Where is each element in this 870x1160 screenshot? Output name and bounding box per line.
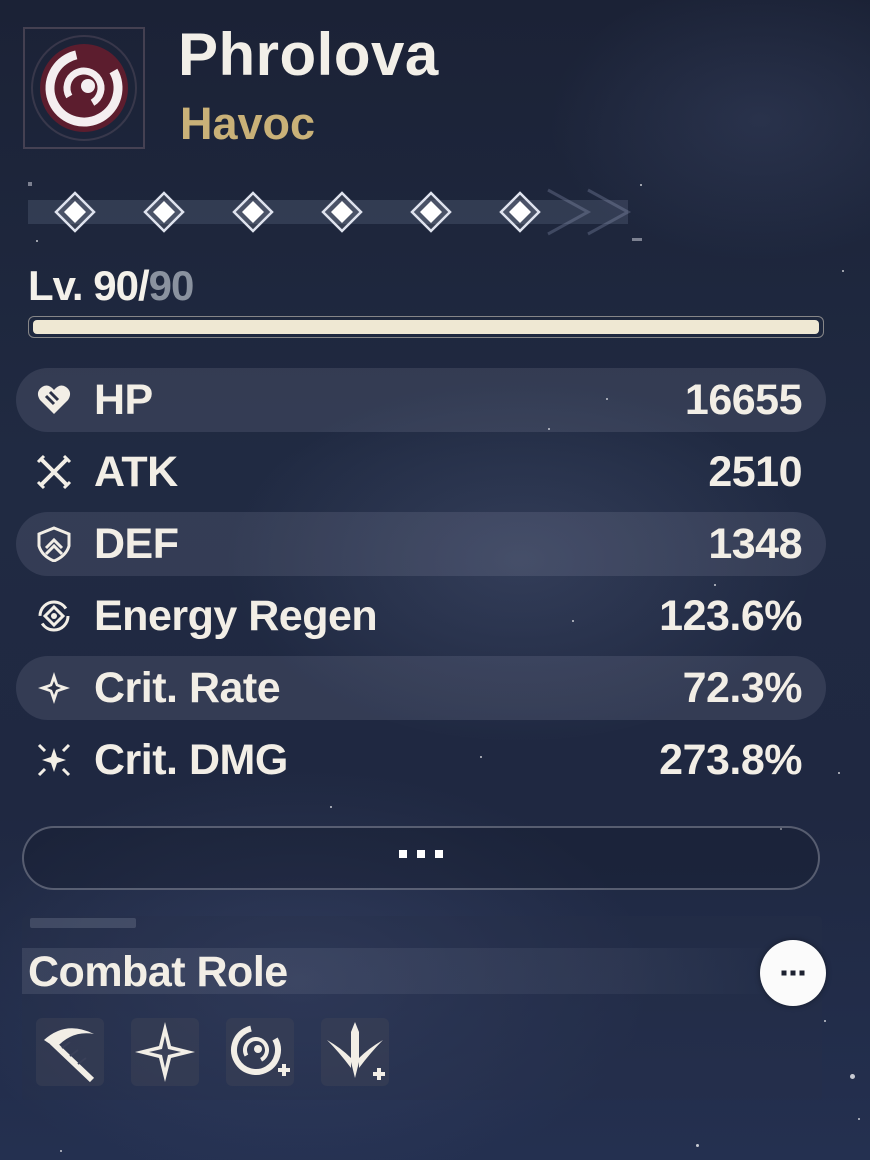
- energy-regen-icon: [38, 600, 70, 632]
- level-max: 90: [148, 262, 195, 309]
- stat-label: HP: [94, 376, 153, 424]
- crit-rate-star-icon: [38, 672, 70, 704]
- stat-row-crit-rate: Crit. Rate 72.3%: [16, 656, 826, 720]
- resonance-node-diamond-icon: [321, 191, 363, 233]
- stat-row-energy-regen: Energy Regen 123.6%: [16, 584, 826, 648]
- stat-label: Crit. DMG: [94, 736, 288, 784]
- ellipsis-icon: [781, 970, 805, 976]
- resonance-node-diamond-icon: [410, 191, 452, 233]
- character-element: Havoc: [180, 98, 316, 149]
- character-name: Phrolova: [178, 21, 439, 88]
- level-label: Lv. 90/90: [28, 262, 195, 310]
- stat-value: 16655: [684, 376, 803, 424]
- atk-swords-icon: [36, 454, 72, 490]
- stat-value: 1348: [708, 520, 802, 568]
- stat-value: 123.6%: [659, 592, 802, 640]
- stat-row-crit-dmg: Crit. DMG 273.8%: [16, 728, 826, 792]
- hp-heart-icon: [37, 385, 71, 414]
- stat-label: Crit. Rate: [94, 664, 281, 712]
- level-current: Lv. 90/: [28, 262, 150, 309]
- role-sword-plus-icon[interactable]: [321, 1018, 389, 1086]
- stat-row-atk: ATK 2510: [16, 440, 826, 504]
- stat-row-def: DEF 1348: [16, 512, 826, 576]
- havoc-element-emblem-icon: [23, 27, 145, 149]
- stat-label: Energy Regen: [94, 592, 378, 640]
- stat-value: 273.8%: [659, 736, 802, 784]
- level-progress-bar: [28, 316, 824, 338]
- stat-row-hp: HP 16655: [16, 368, 826, 432]
- level-progress-fill: [33, 320, 819, 334]
- stat-value: 72.3%: [682, 664, 803, 712]
- resonance-node-diamond-icon: [499, 191, 541, 233]
- stat-label: DEF: [94, 520, 179, 568]
- ellipsis-icon: [399, 850, 443, 858]
- def-shield-icon: [37, 526, 71, 562]
- resonance-node-diamond-icon: [54, 191, 96, 233]
- combat-role-info-button[interactable]: [760, 940, 826, 1006]
- resonance-node-diamond-icon: [232, 191, 274, 233]
- role-scythe-attack-icon[interactable]: [36, 1018, 104, 1086]
- stat-value: 2510: [708, 448, 802, 496]
- resonance-node-diamond-icon: [143, 191, 185, 233]
- role-havoc-swirl-plus-icon[interactable]: [226, 1018, 294, 1086]
- combat-role-title: Combat Role: [28, 948, 288, 996]
- role-star-burst-icon[interactable]: [131, 1018, 199, 1086]
- more-stats-button[interactable]: [22, 826, 820, 890]
- crit-dmg-burst-icon: [37, 743, 71, 777]
- stat-label: ATK: [94, 448, 178, 496]
